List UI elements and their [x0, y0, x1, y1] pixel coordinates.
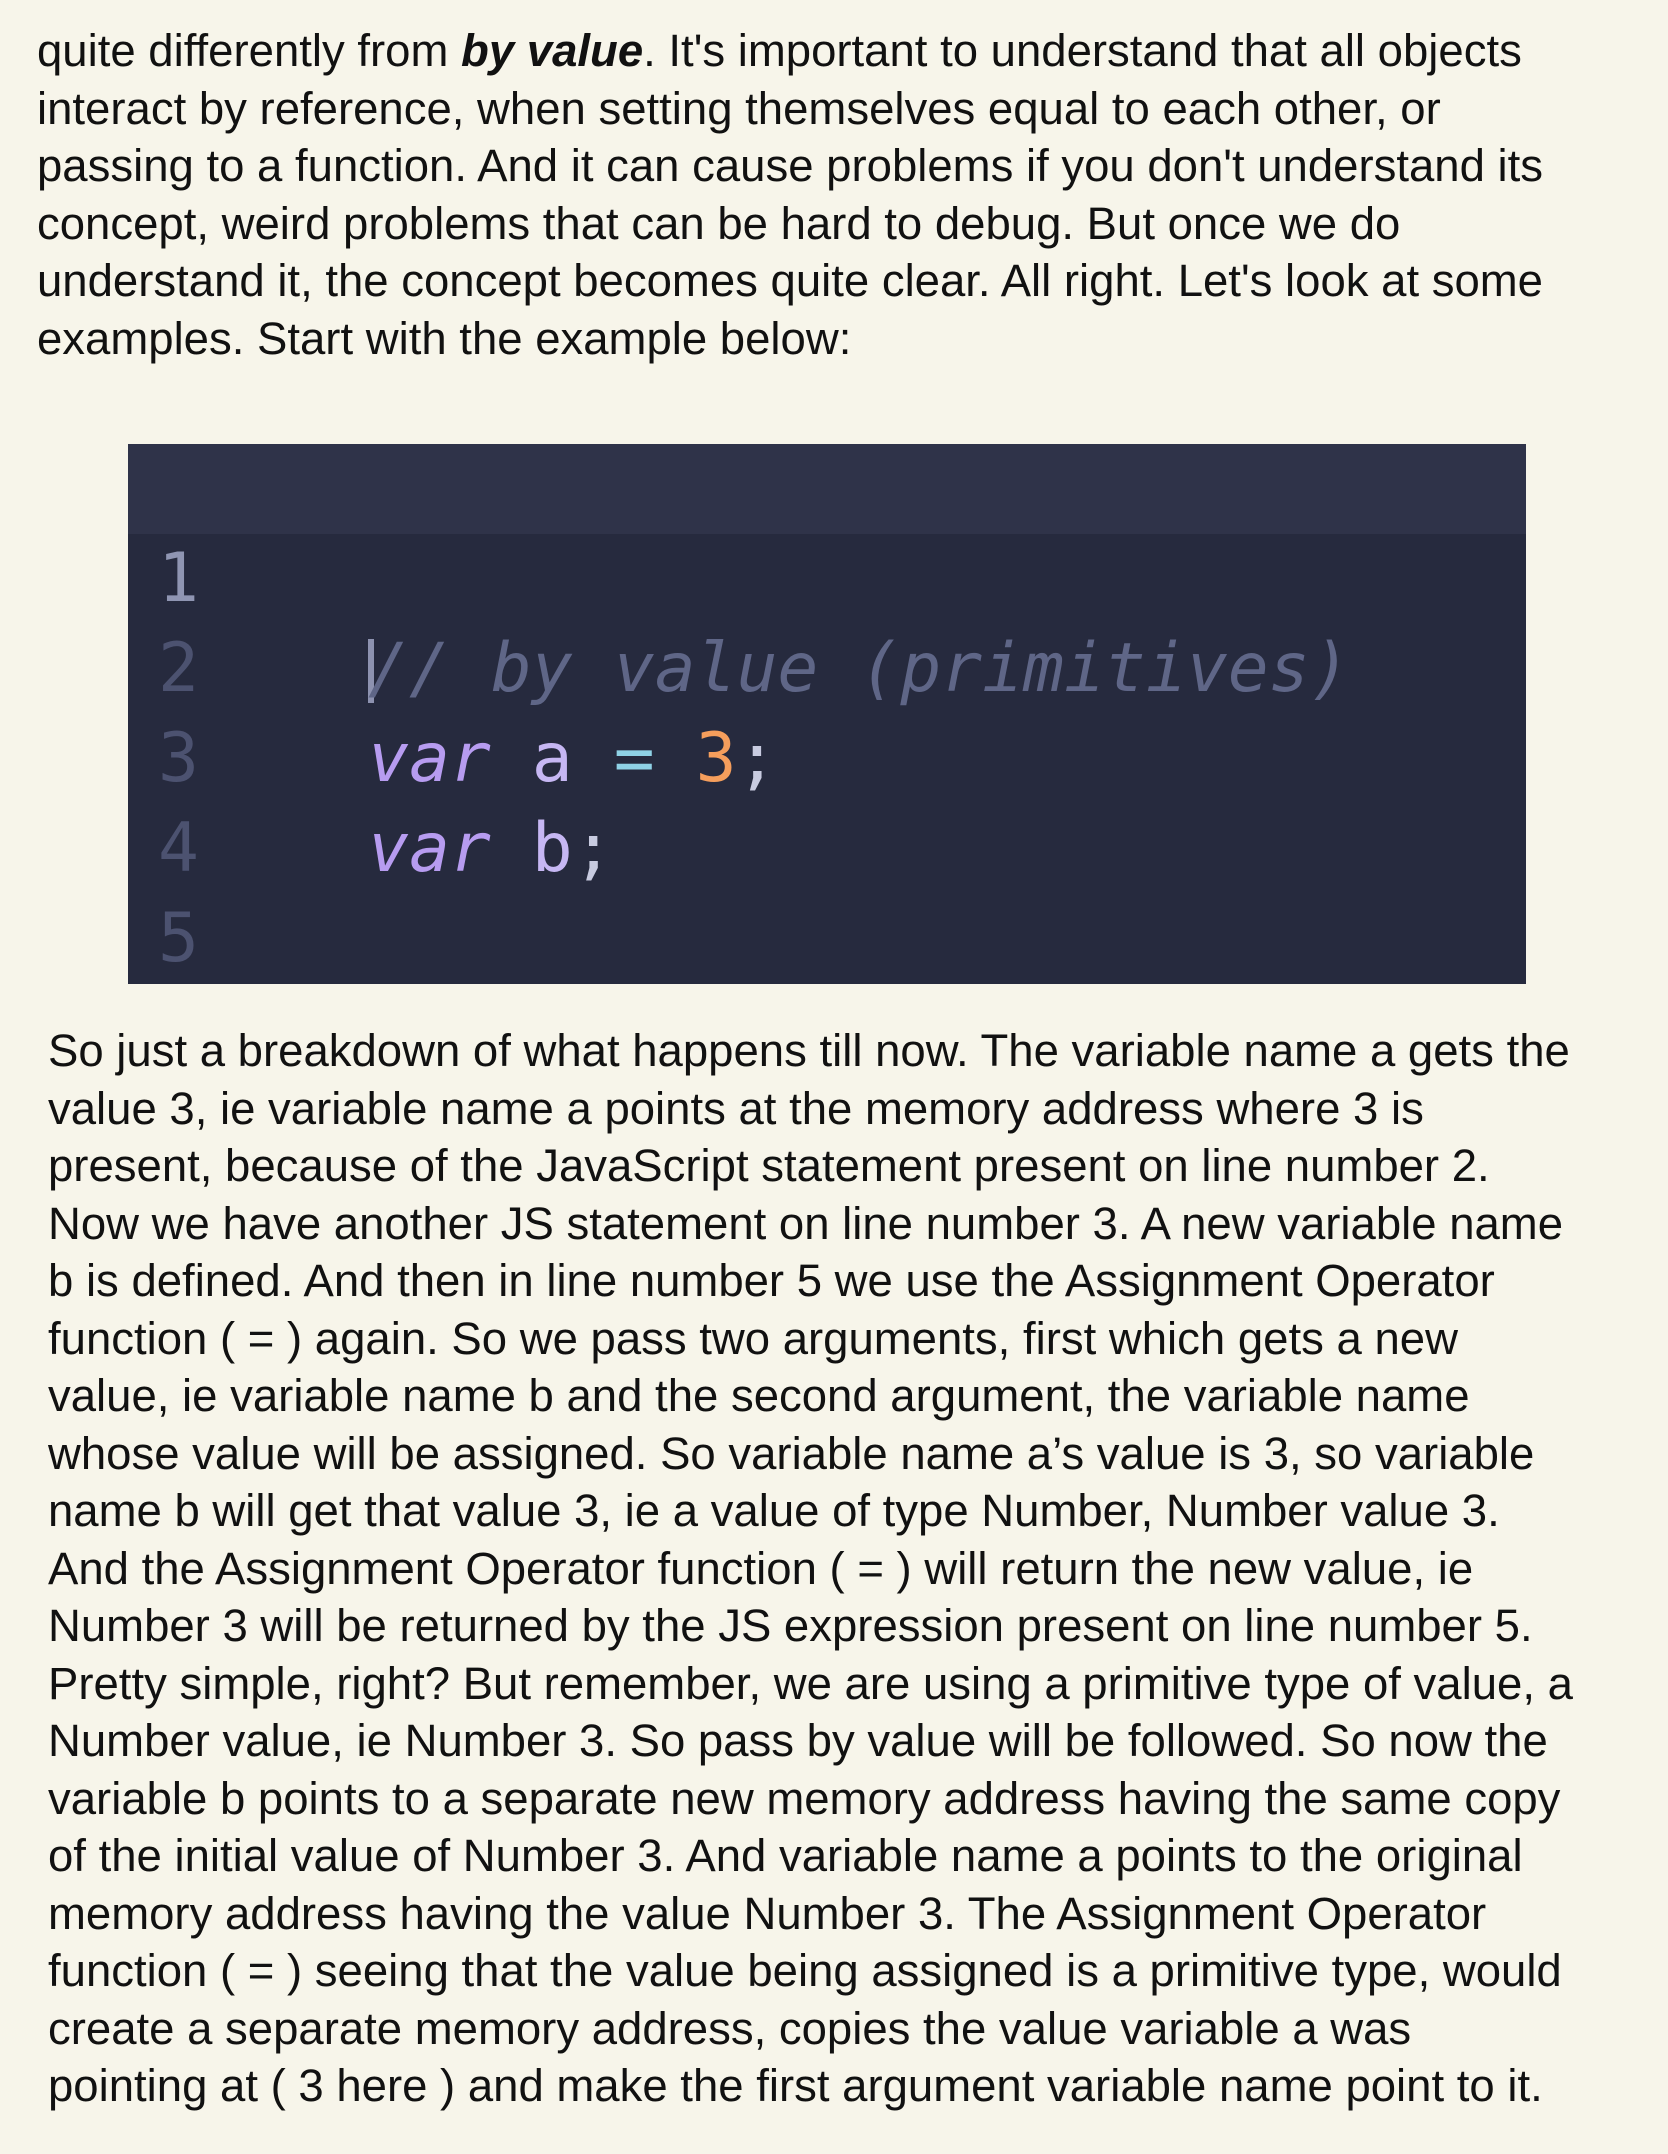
explanation-line: Number 3 will be returned by the JS expr… [48, 1600, 1533, 1651]
code-line-5: 5 b = a; [128, 804, 1526, 978]
code-line-1: 1 // by value (primitives) [128, 444, 1526, 708]
explanation-line: Now we have another JS statement on line… [48, 1197, 1564, 1249]
intro-line: concept, weird problems that can be hard… [37, 197, 1401, 249]
intro-line: interact by reference, when setting them… [37, 82, 1441, 134]
explanation-line: name b will get that value 3, ie a value… [48, 1485, 1500, 1536]
explanation-line: function ( = ) again. So we pass two arg… [48, 1312, 1458, 1364]
explanation-line: Number value, ie Number 3. So pass by va… [48, 1715, 1548, 1766]
explanation-line: Pretty simple, right? But remember, we a… [48, 1657, 1573, 1709]
code-line-2: 2 var a = 3; [128, 534, 1526, 798]
intro-text: . It's important to understand that all … [643, 25, 1522, 76]
explanation-line: whose value will be assigned. So variabl… [48, 1427, 1535, 1479]
code-editor: 1 // by value (primitives) 2 var a = 3; … [128, 444, 1526, 984]
explanation-line: value 3, ie variable name a points at th… [48, 1082, 1424, 1134]
explanation-line: pointing at ( 3 here ) and make the firs… [48, 2060, 1543, 2111]
intro-line: quite differently from by value. It's im… [37, 22, 1543, 80]
explanation-line: function ( = ) seeing that the value bei… [48, 1945, 1562, 1996]
explanation-line: variable b points to a separate new memo… [48, 1772, 1561, 1824]
explanation-line: And the Assignment Operator function ( =… [48, 1542, 1474, 1594]
intro-line: examples. Start with the example below: [37, 312, 852, 364]
explanation-line: value, ie variable name b and the second… [48, 1370, 1470, 1421]
explanation-paragraph: So just a breakdown of what happens till… [48, 1022, 1573, 2115]
explanation-line: memory address having the value Number 3… [48, 1887, 1487, 1939]
code-line-4: 4 [128, 714, 1526, 888]
explanation-line: create a separate memory address, copies… [48, 2002, 1412, 2054]
explanation-line: of the initial value of Number 3. And va… [48, 1830, 1523, 1881]
explanation-line: b is defined. And then in line number 5 … [48, 1255, 1495, 1306]
explanation-line: So just a breakdown of what happens till… [48, 1025, 1570, 1076]
code-line-3: 3 var b; [128, 624, 1526, 888]
emphasis-by-value: by value [461, 25, 644, 76]
line-number: 5 [158, 899, 199, 978]
intro-text: quite differently from [37, 25, 462, 76]
intro-paragraph: quite differently from by value. It's im… [37, 22, 1543, 367]
intro-line: understand it, the concept becomes quite… [37, 255, 1543, 306]
explanation-line: present, because of the JavaScript state… [48, 1140, 1490, 1191]
intro-line: passing to a function. And it can cause … [37, 140, 1544, 191]
